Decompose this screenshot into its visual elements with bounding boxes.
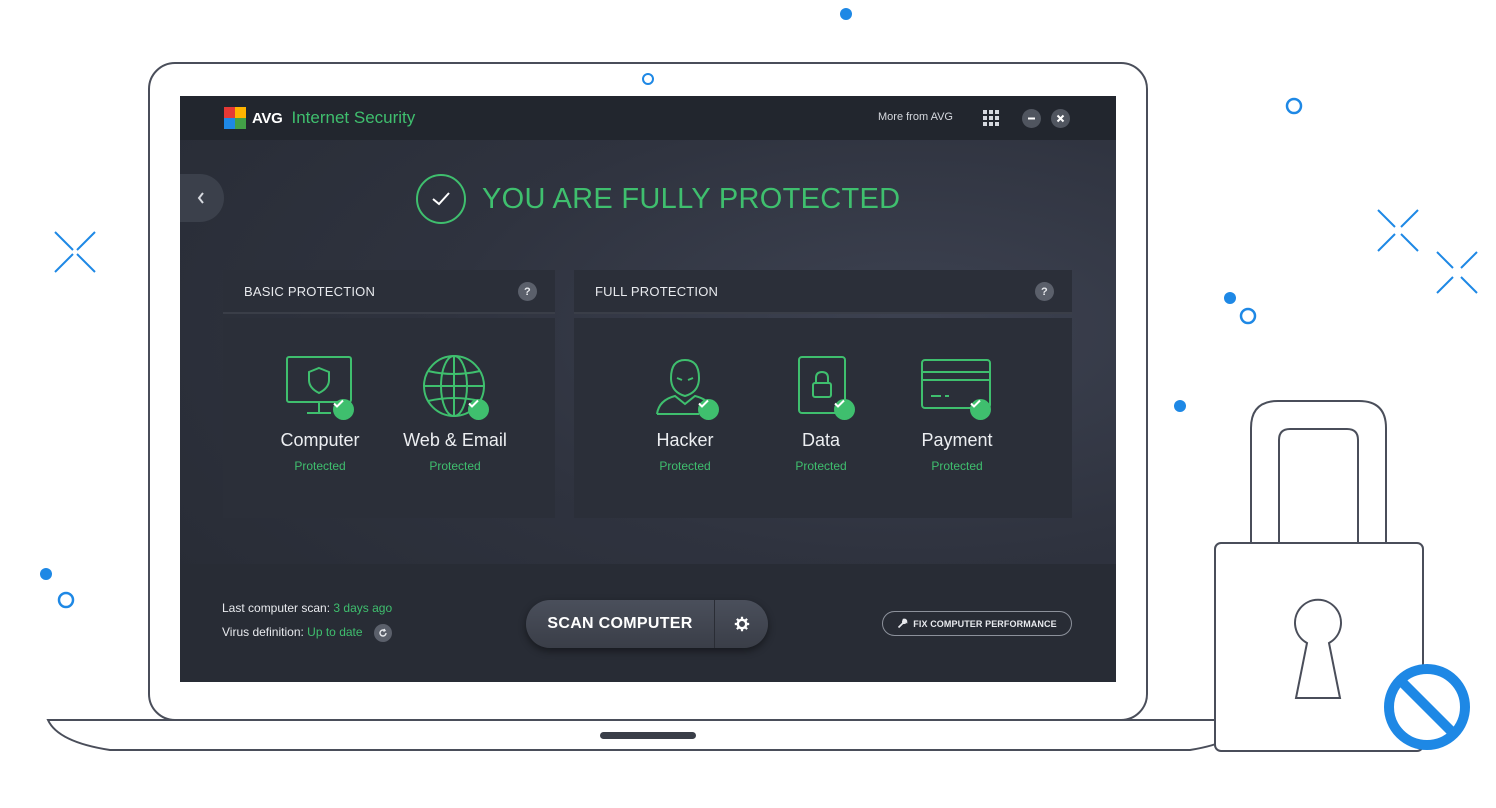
- feature-data[interactable]: Data Protected: [761, 354, 881, 473]
- wrench-icon: [898, 618, 908, 629]
- minimize-icon: [1028, 117, 1035, 120]
- help-icon[interactable]: ?: [518, 282, 537, 301]
- basic-protection-panel: BASIC PROTECTION ? Computer Protected We…: [223, 270, 555, 518]
- status-headline: YOU ARE FULLY PROTECTED: [482, 182, 901, 215]
- brand-name: AVG: [252, 109, 283, 127]
- hacker-icon: [647, 354, 723, 420]
- scan-computer-button-group: SCAN COMPUTER: [526, 600, 768, 648]
- panel-body: Computer Protected Web & Email Protected: [223, 318, 555, 518]
- check-circle-icon: [416, 174, 466, 224]
- feature-status: Protected: [294, 459, 346, 473]
- panel-body: Hacker Protected Data Protected Payment …: [574, 318, 1072, 518]
- feature-name: Data: [801, 430, 841, 450]
- padlock-shackle: [1250, 400, 1387, 544]
- last-scan-label: Last computer scan:: [222, 601, 331, 615]
- fix-performance-button[interactable]: FIX COMPUTER PERFORMANCE: [882, 611, 1072, 636]
- feature-status: Protected: [795, 459, 847, 473]
- panel-header: FULL PROTECTION ?: [574, 270, 1072, 314]
- monitor-shield-icon: [282, 354, 358, 420]
- chevron-left-icon: [197, 192, 204, 204]
- apps-grid-icon[interactable]: [983, 110, 999, 126]
- title-bar: AVG Internet Security More from AVG: [180, 96, 1116, 140]
- panel-header: BASIC PROTECTION ?: [223, 270, 555, 314]
- check-badge-icon: [468, 399, 489, 420]
- scan-settings-button[interactable]: [715, 600, 768, 648]
- check-badge-icon: [333, 399, 354, 420]
- protection-status: YOU ARE FULLY PROTECTED: [416, 174, 900, 224]
- minimize-button[interactable]: [1022, 109, 1041, 128]
- panel-title: BASIC PROTECTION: [244, 283, 376, 299]
- feature-status: Protected: [931, 459, 983, 473]
- globe-icon: [417, 354, 493, 420]
- feature-name: Web & Email: [403, 430, 507, 450]
- check-badge-icon: [698, 399, 719, 420]
- last-scan-value: 3 days ago: [333, 601, 393, 615]
- laptop-notch: [600, 732, 696, 739]
- feature-web-email[interactable]: Web & Email Protected: [395, 354, 515, 473]
- feature-payment[interactable]: Payment Protected: [897, 354, 1017, 473]
- gear-icon: [734, 616, 749, 632]
- feature-status: Protected: [429, 459, 481, 473]
- credit-card-icon: [919, 354, 995, 420]
- locked-file-icon: [783, 354, 859, 420]
- feature-hacker[interactable]: Hacker Protected: [625, 354, 745, 473]
- check-badge-icon: [970, 399, 991, 420]
- back-button[interactable]: [180, 174, 224, 222]
- app-footer: Last computer scan: 3 days ago Virus def…: [180, 564, 1116, 682]
- feature-computer[interactable]: Computer Protected: [260, 354, 380, 473]
- feature-name: Computer: [280, 430, 360, 450]
- last-scan-info: Last computer scan: 3 days ago: [222, 601, 392, 615]
- fix-performance-label: FIX COMPUTER PERFORMANCE: [913, 618, 1057, 629]
- app-logo: AVG Internet Security: [224, 107, 415, 129]
- virus-definition-label: Virus definition:: [222, 625, 304, 640]
- full-protection-panel: FULL PROTECTION ? Hacker Protected Data …: [574, 270, 1072, 518]
- close-icon: [1056, 114, 1065, 123]
- avg-logo-icon: [224, 107, 246, 129]
- scan-computer-button[interactable]: SCAN COMPUTER: [526, 615, 714, 633]
- help-icon[interactable]: ?: [1035, 282, 1054, 301]
- panel-title: FULL PROTECTION: [595, 283, 719, 299]
- check-badge-icon: [834, 399, 855, 420]
- feature-status: Protected: [659, 459, 711, 473]
- virus-definition-info: Virus definition: Up to date: [222, 624, 392, 642]
- more-from-avg-link[interactable]: More from AVG: [878, 111, 953, 123]
- close-button[interactable]: [1051, 109, 1070, 128]
- app-window: AVG Internet Security More from AVG YOU …: [180, 96, 1116, 682]
- virus-definition-value: Up to date: [307, 625, 363, 640]
- product-name: Internet Security: [291, 108, 416, 127]
- feature-name: Payment: [921, 430, 993, 450]
- refresh-icon[interactable]: [373, 624, 392, 642]
- feature-name: Hacker: [656, 430, 714, 450]
